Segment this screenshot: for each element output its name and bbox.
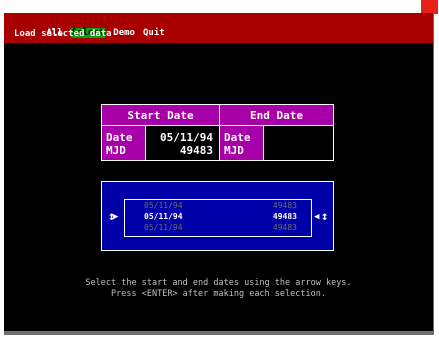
instruction-line-2: Press <ENTER> after making each selectio… [111,289,326,299]
end-mjd-label: MJD [224,144,244,157]
end-values [263,125,334,161]
list-item-mjd: 49483 [272,212,297,221]
start-mjd-value: 49483 [179,144,213,157]
pointer-right-icon: ▶ [113,212,119,222]
instructions: Select the start and end dates using the… [4,278,433,300]
list-item-date: 05/11/94 [144,201,183,210]
end-date-label: Date [224,131,251,144]
menu-item-demo[interactable]: Demo [113,28,135,38]
date-list[interactable]: 05/11/94 49483 05/11/94 49483 05/11/94 4… [124,199,312,237]
dos-screen: All Select Demo Quit Load selected data Sta… [4,13,434,335]
start-date-value: 05/11/94 [160,131,213,144]
list-item-current[interactable]: 05/11/94 49483 [125,212,311,222]
list-item-date: 05/11/94 [144,212,183,221]
menu-bar: All Select Demo Quit Load selected data [4,13,433,43]
date-picker-panel[interactable]: ↕ ▶ 05/11/94 49483 05/11/94 49483 05/11/… [101,181,334,251]
end-date-header: End Date [219,104,334,126]
instruction-line-1: Select the start and end dates using the… [85,278,352,288]
pointer-left-icon: ◀ [314,212,320,222]
start-mjd-label: MJD [106,144,126,157]
start-labels: Date MJD [101,125,146,161]
menu-item-quit[interactable]: Quit [143,28,165,38]
start-values: 05/11/94 49483 [145,125,220,161]
window-corner-accent [421,0,438,14]
start-date-header: Start Date [101,104,220,126]
list-item-date: 05/11/94 [144,223,183,232]
list-item[interactable]: 05/11/94 49483 [125,201,311,211]
list-item-mjd: 49483 [272,201,297,210]
date-summary-panel: Start Date End Date Date MJD 05/11/94 49… [101,104,334,170]
menu-description: Load selected data [14,29,112,39]
scroll-updown-right-icon: ↕ [321,209,329,223]
end-labels: Date MJD [219,125,264,161]
list-item[interactable]: 05/11/94 49483 [125,223,311,233]
list-item-mjd: 49483 [272,223,297,232]
start-date-label: Date [106,131,133,144]
